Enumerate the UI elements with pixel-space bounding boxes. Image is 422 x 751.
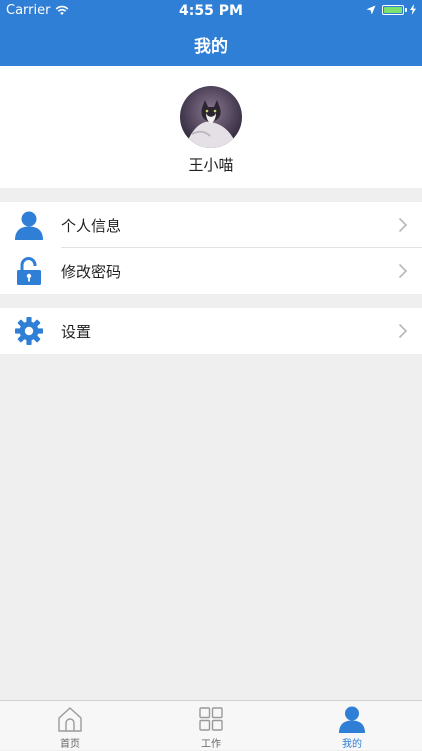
menu-group-settings: 设置 <box>0 308 422 354</box>
status-time: 4:55 PM <box>179 3 243 19</box>
chevron-right-icon <box>398 323 408 339</box>
location-arrow-icon <box>366 5 376 14</box>
status-right <box>366 4 416 15</box>
menu-item-label: 设置 <box>61 323 92 341</box>
menu-item-label: 修改密码 <box>61 263 122 281</box>
menu-item-personal-info[interactable]: 个人信息 <box>0 202 422 248</box>
tab-label: 我的 <box>342 739 362 750</box>
chevron-right-icon <box>398 263 408 279</box>
menu-group-account: 个人信息 修改密码 <box>0 202 422 294</box>
avatar[interactable] <box>180 86 242 148</box>
avatar-photo <box>180 86 242 148</box>
menu-item-settings[interactable]: 设置 <box>0 308 422 354</box>
tab-label: 工作 <box>201 739 221 750</box>
username: 王小喵 <box>188 156 234 174</box>
tab-work[interactable]: 工作 <box>141 705 281 751</box>
navigation-bar: 我的 <box>0 22 422 66</box>
page-title: 我的 <box>194 37 228 57</box>
gear-icon <box>15 317 43 345</box>
status-bar: Carrier 4:55 PM <box>0 0 422 22</box>
profile-header: 王小喵 <box>0 66 422 188</box>
menu-item-label: 个人信息 <box>61 217 122 235</box>
tab-label: 首页 <box>60 739 80 750</box>
tab-bar: 首页 工作 我的 <box>0 700 422 750</box>
charging-bolt-icon <box>410 4 416 15</box>
unlock-icon <box>17 257 41 285</box>
battery-level <box>384 6 402 13</box>
chevron-right-icon <box>398 217 408 233</box>
person-icon <box>339 706 365 733</box>
battery-icon <box>382 4 407 15</box>
tab-home[interactable]: 首页 <box>0 705 140 751</box>
tab-mine[interactable]: 我的 <box>282 705 422 751</box>
person-icon <box>15 211 43 240</box>
menu-item-change-password[interactable]: 修改密码 <box>0 248 422 294</box>
home-icon <box>58 707 82 732</box>
grid-icon <box>199 707 223 731</box>
